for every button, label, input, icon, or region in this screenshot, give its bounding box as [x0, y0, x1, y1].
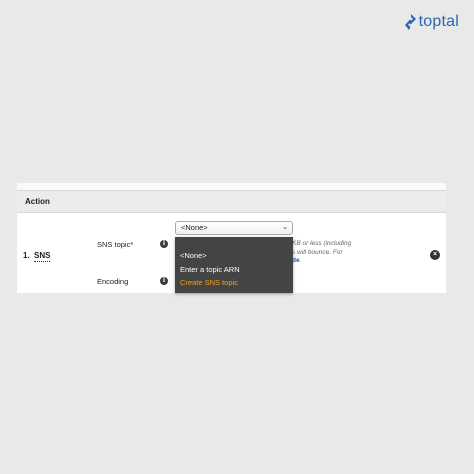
- row-number: 1.: [23, 251, 30, 260]
- help-text: KB or less (including s will bounce. For…: [292, 240, 382, 266]
- dropdown-option-none[interactable]: <None>: [180, 251, 207, 260]
- panel-top-strip: [17, 183, 446, 190]
- help-line-1: KB or less (including: [292, 240, 352, 247]
- help-line-2: s will bounce. For: [292, 248, 343, 256]
- actions-panel: Action 1. SNS SNS topic* i Encoding i <N…: [17, 183, 446, 293]
- info-icon[interactable]: i: [160, 277, 168, 285]
- encoding-label: Encoding: [97, 277, 129, 286]
- action-column-header: Action: [25, 197, 50, 206]
- chevron-down-icon: ⌄: [282, 224, 288, 231]
- close-circle-icon[interactable]: ×: [430, 250, 440, 260]
- sns-topic-dropdown: <None> Enter a topic ARN Create SNS topi…: [175, 237, 293, 293]
- help-trailing: .: [299, 257, 302, 264]
- brand-name: toptal: [418, 13, 459, 30]
- select-value: <None>: [181, 223, 208, 232]
- toptal-diamond-icon: [404, 14, 416, 30]
- info-icon[interactable]: i: [160, 240, 168, 248]
- toptal-logo: toptal: [404, 13, 459, 31]
- dropdown-option-create-topic[interactable]: Create SNS topic: [180, 278, 238, 287]
- sns-topic-select[interactable]: <None> ⌄: [175, 221, 293, 235]
- actions-header: Action: [17, 190, 446, 213]
- action-type-link[interactable]: SNS: [34, 251, 51, 262]
- sns-topic-label: SNS topic*: [97, 240, 134, 249]
- help-link[interactable]: de: [292, 257, 300, 264]
- dropdown-option-enter-arn[interactable]: Enter a topic ARN: [180, 265, 240, 274]
